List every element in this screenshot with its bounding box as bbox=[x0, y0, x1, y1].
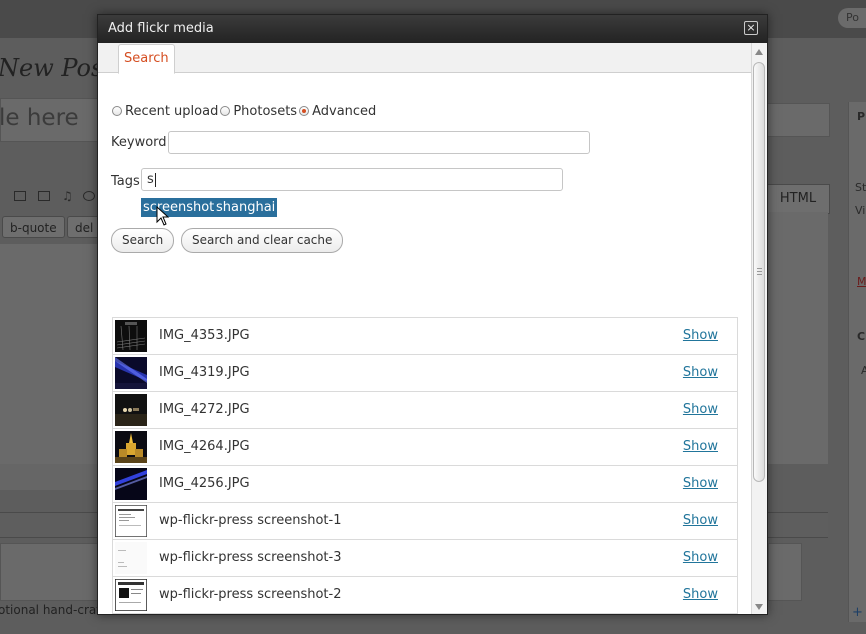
photo-thumbnail[interactable] bbox=[115, 357, 147, 389]
search-button[interactable]: Search bbox=[111, 228, 175, 253]
audio-icon: ♫ bbox=[62, 189, 73, 203]
background-text: otional hand-craft bbox=[0, 603, 105, 617]
photo-thumbnail[interactable] bbox=[115, 542, 147, 574]
result-name: IMG_4319.JPG bbox=[159, 365, 250, 380]
html-tab: HTML bbox=[766, 184, 830, 214]
post-title-placeholder: le here bbox=[0, 105, 79, 131]
search-clear-cache-button[interactable]: Search and clear cache bbox=[181, 228, 344, 253]
result-name: IMG_4264.JPG bbox=[159, 439, 250, 454]
media-icon bbox=[83, 191, 95, 201]
tab-bar: Search bbox=[98, 43, 751, 74]
metabox-body bbox=[0, 543, 100, 601]
scrollbar-grip bbox=[757, 268, 762, 269]
radio-recent-upload-label[interactable]: Recent upload bbox=[125, 104, 218, 119]
mouse-pointer-icon bbox=[156, 205, 170, 226]
scrollbar-thumb[interactable] bbox=[753, 62, 765, 482]
show-link[interactable]: Show bbox=[683, 402, 718, 417]
side-panel bbox=[848, 102, 866, 622]
result-row: wp-flickr-press screenshot-3 Show bbox=[113, 540, 737, 577]
result-row: IMG_4272.JPG Show bbox=[113, 392, 737, 429]
editor-area-right bbox=[768, 212, 828, 464]
keyword-label: Keyword: bbox=[111, 135, 171, 150]
tags-input[interactable]: s bbox=[141, 168, 563, 191]
dialog-title: Add flickr media bbox=[108, 21, 214, 36]
side-letter-p: P bbox=[857, 110, 866, 123]
show-link[interactable]: Show bbox=[683, 439, 718, 454]
close-button[interactable]: × bbox=[744, 21, 758, 35]
photo-thumbnail[interactable] bbox=[115, 505, 147, 537]
post-title-field-right bbox=[766, 103, 830, 137]
result-row: wp-flickr-press screenshot-1 Show bbox=[113, 503, 737, 540]
result-row: IMG_4264.JPG Show bbox=[113, 429, 737, 466]
side-letter-st: St bbox=[855, 181, 866, 194]
editor-area bbox=[0, 244, 98, 464]
tag-suggestion-shanghai[interactable]: shanghai bbox=[214, 198, 278, 217]
keyword-input[interactable] bbox=[168, 131, 590, 154]
show-link[interactable]: Show bbox=[683, 365, 718, 380]
result-name: wp-flickr-press screenshot-1 bbox=[159, 513, 342, 528]
radio-photosets-label[interactable]: Photosets bbox=[233, 104, 297, 119]
result-name: wp-flickr-press screenshot-3 bbox=[159, 550, 342, 565]
add-new-link: + bbox=[852, 605, 863, 620]
metabox-header bbox=[0, 512, 98, 538]
result-row: IMG_4256.JPG Show bbox=[113, 466, 737, 503]
flickr-media-dialog: Add flickr media × Search Recent upload … bbox=[97, 14, 768, 615]
text-caret bbox=[155, 173, 156, 187]
show-link[interactable]: Show bbox=[683, 476, 718, 491]
dialog-scrollbar[interactable] bbox=[751, 43, 767, 614]
side-letter-m: M bbox=[857, 275, 866, 288]
radio-photosets[interactable] bbox=[220, 106, 231, 116]
photo-thumbnail[interactable] bbox=[115, 431, 147, 463]
radio-advanced-label[interactable]: Advanced bbox=[312, 104, 376, 119]
metabox-header-right bbox=[768, 512, 828, 538]
result-row: IMG_4353.JPG Show bbox=[113, 318, 737, 355]
show-link[interactable]: Show bbox=[683, 328, 718, 343]
results-list: IMG_4353.JPG Show IMG_4319.JPG Show IMG_… bbox=[112, 317, 738, 614]
metabox-body-right bbox=[768, 543, 802, 601]
gallery-icon bbox=[14, 191, 26, 201]
post-title-field: le here bbox=[0, 98, 112, 142]
close-icon: × bbox=[746, 21, 756, 34]
tags-label: Tags: bbox=[111, 174, 145, 189]
side-letter-a: A bbox=[861, 364, 866, 377]
result-name: IMG_4353.JPG bbox=[159, 328, 250, 343]
tab-search[interactable]: Search bbox=[118, 44, 175, 74]
search-mode-group: Recent upload Photosets Advanced bbox=[112, 103, 378, 119]
show-link[interactable]: Show bbox=[683, 513, 718, 528]
result-name: wp-flickr-press screenshot-2 bbox=[159, 587, 342, 602]
video-icon bbox=[38, 191, 50, 201]
photo-thumbnail[interactable] bbox=[115, 320, 147, 352]
scroll-down-arrow-icon[interactable] bbox=[755, 604, 763, 610]
result-name: IMG_4272.JPG bbox=[159, 402, 250, 417]
tag-suggestion-screenshot[interactable]: screenshot bbox=[141, 198, 217, 217]
dialog-titlebar[interactable]: Add flickr media × bbox=[98, 15, 767, 43]
tags-input-value: s bbox=[147, 172, 154, 187]
result-row: IMG_4319.JPG Show bbox=[113, 355, 737, 392]
dialog-content: Search Recent upload Photosets Advanced … bbox=[98, 43, 751, 614]
result-row: wp-flickr-press screenshot-2 Show bbox=[113, 577, 737, 614]
scrollbar-grip bbox=[757, 274, 762, 275]
quicktag-bquote: b-quote bbox=[2, 216, 65, 238]
photo-thumbnail[interactable] bbox=[115, 579, 147, 611]
side-letter-vi: Vi bbox=[855, 204, 866, 217]
result-name: IMG_4256.JPG bbox=[159, 476, 250, 491]
editor-footer bbox=[0, 464, 98, 490]
radio-recent-upload[interactable] bbox=[112, 106, 122, 116]
photo-thumbnail[interactable] bbox=[115, 468, 147, 500]
photo-thumbnail[interactable] bbox=[115, 394, 147, 426]
scrollbar-grip bbox=[757, 271, 762, 272]
admin-bar-pill: Po bbox=[838, 8, 866, 28]
radio-advanced[interactable] bbox=[299, 106, 310, 116]
show-link[interactable]: Show bbox=[683, 587, 718, 602]
scroll-up-arrow-icon[interactable] bbox=[755, 49, 763, 55]
show-link[interactable]: Show bbox=[683, 550, 718, 565]
side-letter-c: C bbox=[857, 330, 866, 343]
